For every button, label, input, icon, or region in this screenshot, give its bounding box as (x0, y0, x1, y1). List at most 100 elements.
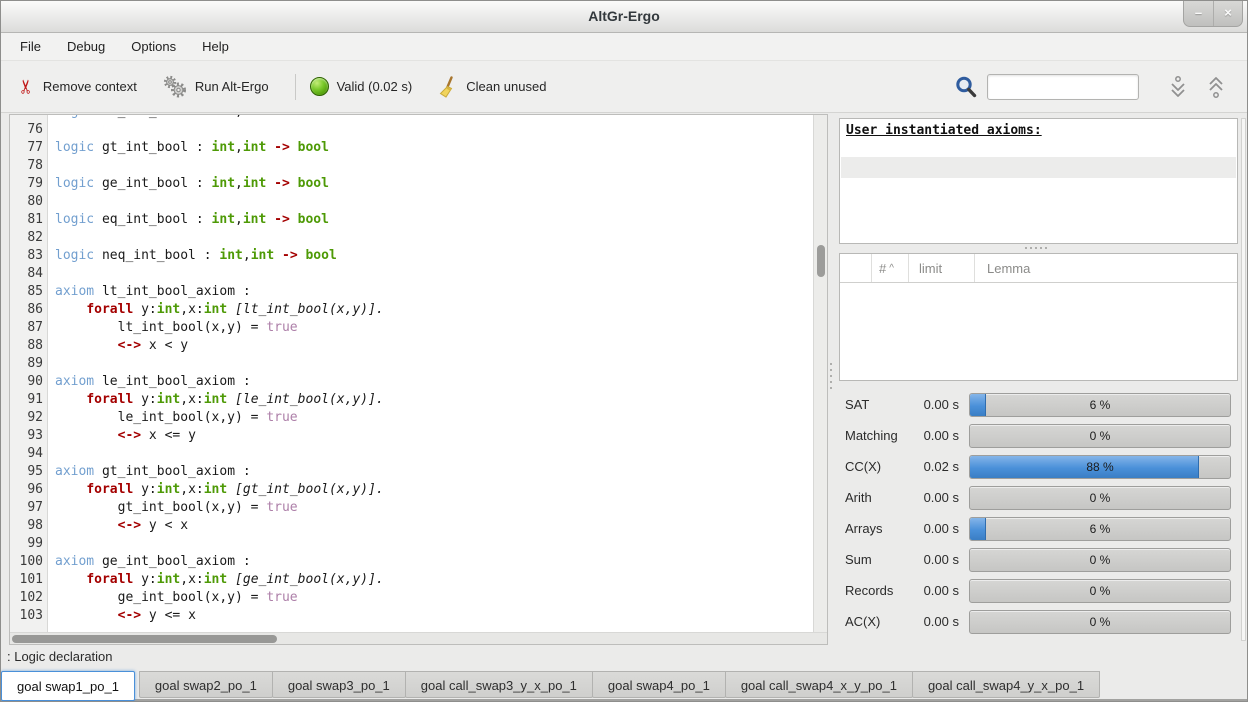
line-number: 100 (10, 554, 47, 572)
solver-statistics: SAT0.00 s6 %Matching0.00 s0 %CC(X)0.02 s… (839, 389, 1238, 637)
panel-splitter-handle[interactable] (830, 363, 832, 389)
line-number: 103 (10, 608, 47, 626)
stat-percent-label: 6 % (970, 518, 1230, 540)
horizontal-scrollbar-thumb[interactable] (12, 635, 277, 643)
goal-tab[interactable]: goal call_swap3_y_x_po_1 (405, 671, 593, 698)
code-line: forall y:int,x:int [gt_int_bool(x,y)]. (49, 482, 813, 500)
menu-item-options[interactable]: Options (118, 33, 189, 60)
toolbar-separator (295, 74, 296, 100)
horizontal-scrollbar[interactable] (10, 632, 827, 644)
code-line: le_int_bool(x,y) = true (49, 410, 813, 428)
goal-tab[interactable]: goal swap2_po_1 (139, 671, 273, 698)
lemma-table-header: # ^ limit Lemma (840, 254, 1237, 283)
lemma-col-lemma[interactable]: Lemma (975, 254, 1237, 282)
line-number-gutter: 7677787980818283848586878889909192939495… (10, 115, 48, 632)
clean-unused-button[interactable]: Clean unused (438, 76, 546, 98)
line-number: 95 (10, 464, 47, 482)
code-line (49, 446, 813, 464)
menu-item-debug[interactable]: Debug (54, 33, 118, 60)
vertical-scrollbar[interactable] (813, 115, 827, 632)
stat-progress-bar: 0 % (969, 486, 1231, 510)
axioms-table-splitter-handle[interactable] (1025, 247, 1047, 249)
source-editor[interactable]: 7677787980818283848586878889909192939495… (9, 114, 828, 645)
chevrons-down-icon (1167, 75, 1189, 99)
stat-row: Records0.00 s 0 % (839, 575, 1238, 606)
line-number: 78 (10, 158, 47, 176)
stat-percent-label: 6 % (970, 394, 1230, 416)
line-number: 81 (10, 212, 47, 230)
stat-label: Records (839, 583, 915, 598)
goal-tab[interactable]: goal swap3_po_1 (272, 671, 406, 698)
lemma-col-count[interactable]: # ^ (872, 254, 909, 282)
code-line: axiom gt_int_bool_axiom : (49, 464, 813, 482)
stat-row: CC(X)0.02 s88 % (839, 451, 1238, 482)
stat-row: Arith0.00 s0 % (839, 482, 1238, 513)
stat-label: Matching (839, 428, 915, 443)
search-icon (953, 74, 979, 100)
right-panel-scroll-strip (1241, 118, 1246, 641)
instantiated-axioms-title: User instantiated axioms: (840, 119, 1237, 142)
line-number: 86 (10, 302, 47, 320)
close-button[interactable]: × (1213, 1, 1242, 26)
scissors-icon: ✂ (17, 79, 36, 95)
code-view[interactable]: logic le_int_bool : int,int -> bool logic… (49, 115, 813, 632)
instantiated-axioms-panel[interactable]: User instantiated axioms: (839, 118, 1238, 244)
code-line: logic ge_int_bool : int,int -> bool (49, 176, 813, 194)
line-number: 79 (10, 176, 47, 194)
menu-item-help[interactable]: Help (189, 33, 242, 60)
stat-row: Sum0.00 s0 % (839, 544, 1238, 575)
code-line: logic gt_int_bool : int,int -> bool (49, 140, 813, 158)
code-line: axiom le_int_bool_axiom : (49, 374, 813, 392)
code-line (49, 194, 813, 212)
axioms-empty-row (841, 157, 1236, 178)
line-number: 97 (10, 500, 47, 518)
run-label: Run Alt-Ergo (195, 79, 269, 94)
search-input[interactable] (987, 74, 1139, 100)
stat-percent-label: 0 % (970, 549, 1230, 571)
goal-tab[interactable]: goal call_swap4_x_y_po_1 (725, 671, 913, 698)
remove-context-label: Remove context (43, 79, 137, 94)
stat-row: AC(X)0.00 s0 % (839, 606, 1238, 637)
stat-label: Arith (839, 490, 915, 505)
stat-time: 0.00 s (915, 583, 959, 598)
code-line: logic le_int_bool : int,int -> bool (49, 115, 813, 122)
stat-row: SAT0.00 s6 % (839, 389, 1238, 420)
lemma-col-blank[interactable] (840, 254, 872, 282)
lemma-col-limit[interactable]: limit (909, 254, 975, 282)
title-bar[interactable]: AltGr-Ergo – × (1, 1, 1247, 33)
stat-progress-bar: 0 % (969, 579, 1231, 603)
result-status: Valid (0.02 s) (310, 77, 413, 96)
minimize-button[interactable]: – (1184, 1, 1213, 26)
run-alt-ergo-button[interactable]: Run Alt-Ergo (163, 75, 269, 99)
search-next-button[interactable] (1165, 74, 1191, 100)
line-number: 87 (10, 320, 47, 338)
limit-header-label: limit (919, 261, 942, 276)
menu-item-file[interactable]: File (7, 33, 54, 60)
valid-label: Valid (0.02 s) (337, 79, 413, 94)
app-window: AltGr-Ergo – × FileDebugOptionsHelp ✂ Re… (0, 0, 1248, 702)
chevrons-up-icon (1205, 75, 1227, 99)
code-line: <-> y < x (49, 518, 813, 536)
status-bar: : Logic declaration (1, 646, 1247, 668)
search-previous-button[interactable] (1203, 74, 1229, 100)
stat-label: AC(X) (839, 614, 915, 629)
stat-time: 0.00 s (915, 428, 959, 443)
line-number: 83 (10, 248, 47, 266)
remove-context-button[interactable]: ✂ Remove context (19, 77, 137, 96)
status-text: : Logic declaration (7, 649, 113, 664)
stat-percent-label: 0 % (970, 487, 1230, 509)
line-number: 90 (10, 374, 47, 392)
line-number: 80 (10, 194, 47, 212)
vertical-scrollbar-thumb[interactable] (817, 245, 825, 277)
code-line: lt_int_bool(x,y) = true (49, 320, 813, 338)
line-number: 89 (10, 356, 47, 374)
sort-ascending-icon: ^ (889, 263, 894, 274)
goal-tab[interactable]: goal swap4_po_1 (592, 671, 726, 698)
goal-tab[interactable]: goal swap1_po_1 (1, 671, 135, 701)
lemma-table[interactable]: # ^ limit Lemma (839, 253, 1238, 381)
toolbar: ✂ Remove context Run Alt-Ergo Valid (0.0… (1, 61, 1247, 113)
stat-label: SAT (839, 397, 915, 412)
stat-progress-bar: 0 % (969, 548, 1231, 572)
goal-tab[interactable]: goal call_swap4_y_x_po_1 (912, 671, 1100, 698)
line-number: 85 (10, 284, 47, 302)
